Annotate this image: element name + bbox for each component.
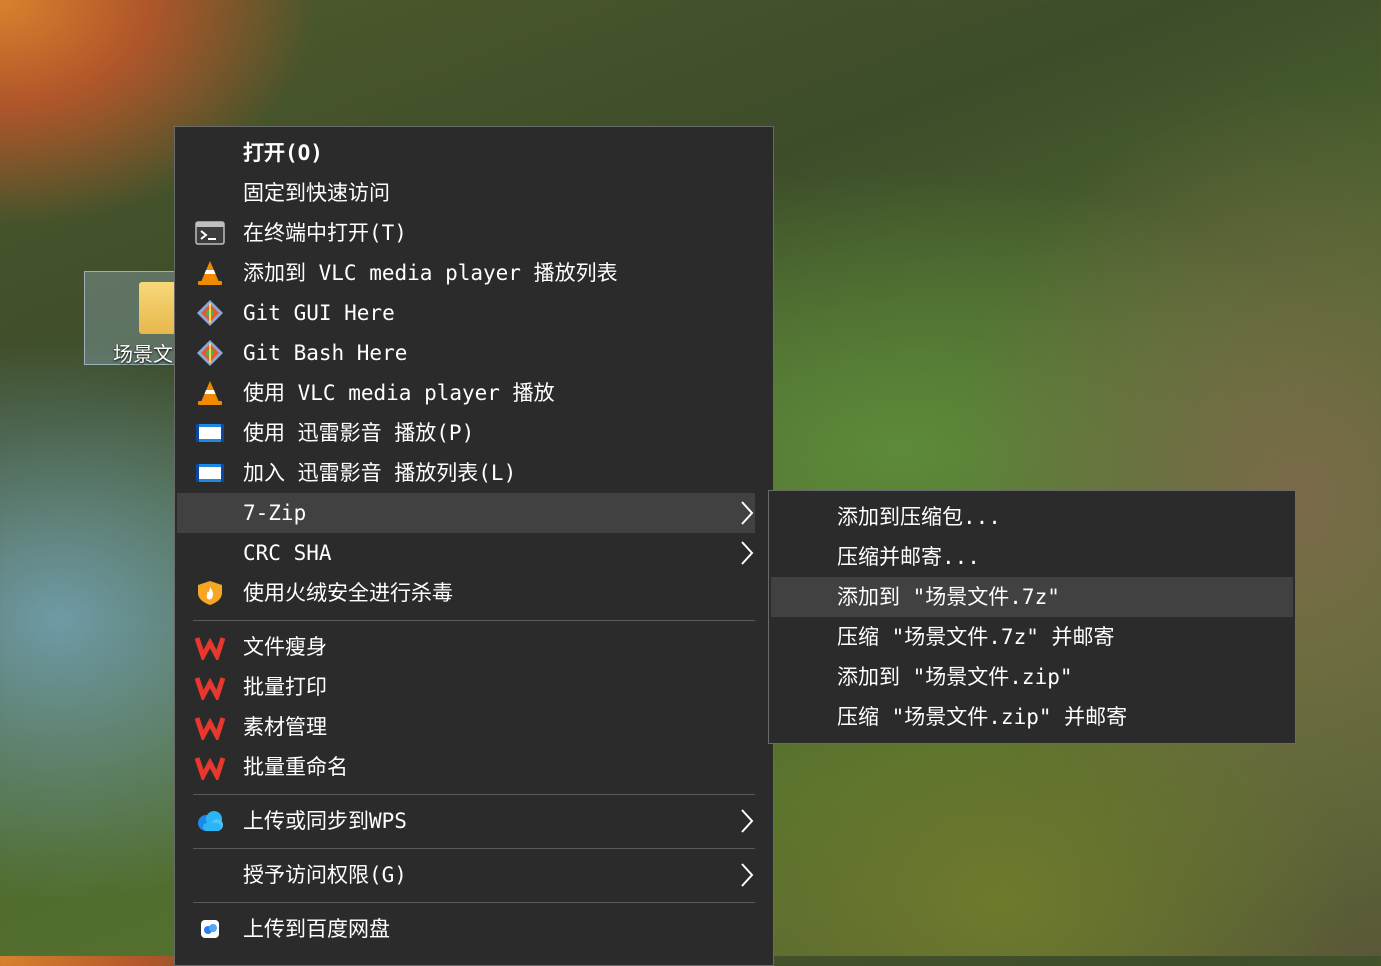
menu-item-label: Git Bash Here bbox=[243, 341, 408, 365]
menu-item-crc-sha[interactable]: CRC SHA bbox=[177, 533, 755, 573]
menu-item-label: 文件瘦身 bbox=[243, 635, 327, 659]
desktop-folder-label: 场景文 bbox=[113, 342, 173, 366]
menu-item-vlc-add-playlist[interactable]: 添加到 VLC media player 播放列表 bbox=[177, 253, 755, 293]
menu-item-asset-management[interactable]: 素材管理 bbox=[177, 707, 755, 747]
7zip-submenu: 添加到压缩包... 压缩并邮寄... 添加到 "场景文件.7z" 压缩 "场景文… bbox=[768, 490, 1296, 744]
menu-separator bbox=[193, 794, 755, 795]
submenu-item-label: 添加到 "场景文件.7z" bbox=[837, 585, 1060, 609]
vlc-cone-icon bbox=[198, 381, 222, 405]
desktop-folder-icon[interactable]: 场景文 bbox=[84, 271, 184, 366]
menu-item-huorong-scan[interactable]: 使用火绒安全进行杀毒 bbox=[177, 573, 755, 613]
menu-item-label: CRC SHA bbox=[243, 541, 332, 565]
wps-cloud-icon bbox=[198, 811, 223, 831]
menu-separator bbox=[193, 620, 755, 621]
menu-item-label: 授予访问权限(G) bbox=[243, 863, 407, 887]
menu-item-xunlei-play[interactable]: 使用 迅雷影音 播放(P) bbox=[177, 413, 755, 453]
menu-item-batch-print[interactable]: 批量打印 bbox=[177, 667, 755, 707]
menu-item-open-terminal[interactable]: 在终端中打开(T) bbox=[177, 213, 755, 253]
menu-item-batch-rename[interactable]: 批量重命名 bbox=[177, 747, 755, 787]
submenu-item-compress-zip-email[interactable]: 压缩 "场景文件.zip" 并邮寄 bbox=[771, 697, 1293, 737]
menu-item-git-gui[interactable]: Git GUI Here bbox=[177, 293, 755, 333]
submenu-item-add-to-archive[interactable]: 添加到压缩包... bbox=[771, 497, 1293, 537]
menu-item-7zip[interactable]: 7-Zip bbox=[177, 493, 755, 533]
menu-item-label: 使用 VLC media player 播放 bbox=[243, 381, 555, 405]
git-icon bbox=[197, 300, 223, 326]
menu-item-open[interactable]: 打开(O) bbox=[177, 133, 755, 173]
menu-item-label: 添加到 VLC media player 播放列表 bbox=[243, 261, 618, 285]
menu-item-git-bash[interactable]: Git Bash Here bbox=[177, 333, 755, 373]
menu-separator bbox=[193, 848, 755, 849]
menu-item-label: 使用火绒安全进行杀毒 bbox=[243, 581, 453, 605]
menu-item-label: 加入 迅雷影音 播放列表(L) bbox=[243, 461, 517, 485]
chevron-right-icon bbox=[741, 541, 754, 565]
submenu-item-label: 压缩 "场景文件.7z" 并邮寄 bbox=[837, 625, 1115, 649]
submenu-item-compress-7z-email[interactable]: 压缩 "场景文件.7z" 并邮寄 bbox=[771, 617, 1293, 657]
menu-item-label: 上传或同步到WPS bbox=[243, 809, 407, 833]
context-menu: 打开(O) 固定到快速访问 在终端中打开(T) 添加到 VLC media pl… bbox=[174, 126, 774, 966]
submenu-item-label: 添加到 "场景文件.zip" bbox=[837, 665, 1073, 689]
wps-icon bbox=[195, 637, 225, 660]
menu-item-label: 素材管理 bbox=[243, 715, 327, 739]
submenu-item-add-7z[interactable]: 添加到 "场景文件.7z" bbox=[771, 577, 1293, 617]
chevron-right-icon bbox=[741, 863, 754, 887]
vlc-cone-icon bbox=[198, 261, 222, 285]
menu-item-label: 在终端中打开(T) bbox=[243, 221, 407, 245]
submenu-item-label: 添加到压缩包... bbox=[837, 505, 1001, 529]
menu-item-vlc-play[interactable]: 使用 VLC media player 播放 bbox=[177, 373, 755, 413]
submenu-item-add-zip[interactable]: 添加到 "场景文件.zip" bbox=[771, 657, 1293, 697]
menu-item-label: 上传到百度网盘 bbox=[243, 917, 390, 941]
menu-item-label: 批量重命名 bbox=[243, 755, 348, 779]
huorong-shield-icon bbox=[198, 581, 222, 605]
submenu-item-compress-email[interactable]: 压缩并邮寄... bbox=[771, 537, 1293, 577]
submenu-item-label: 压缩并邮寄... bbox=[837, 545, 980, 569]
menu-item-label: Git GUI Here bbox=[243, 301, 395, 325]
menu-item-upload-wps[interactable]: 上传或同步到WPS bbox=[177, 801, 755, 841]
menu-item-upload-baidu[interactable]: 上传到百度网盘 bbox=[177, 909, 755, 949]
xunlei-player-icon bbox=[196, 424, 224, 442]
wps-icon bbox=[195, 677, 225, 700]
chevron-right-icon bbox=[741, 809, 754, 833]
wps-icon bbox=[195, 717, 225, 740]
menu-item-label: 批量打印 bbox=[243, 675, 327, 699]
xunlei-player-icon bbox=[196, 464, 224, 482]
menu-separator bbox=[193, 902, 755, 903]
menu-item-file-slim[interactable]: 文件瘦身 bbox=[177, 627, 755, 667]
terminal-icon bbox=[195, 221, 225, 245]
menu-item-pin-quick-access[interactable]: 固定到快速访问 bbox=[177, 173, 755, 213]
menu-item-label: 使用 迅雷影音 播放(P) bbox=[243, 421, 475, 445]
baidu-netdisk-icon bbox=[201, 920, 219, 938]
menu-item-xunlei-add-playlist[interactable]: 加入 迅雷影音 播放列表(L) bbox=[177, 453, 755, 493]
submenu-item-label: 压缩 "场景文件.zip" 并邮寄 bbox=[837, 705, 1128, 729]
git-icon bbox=[197, 340, 223, 366]
chevron-right-icon bbox=[741, 501, 754, 525]
menu-item-label: 固定到快速访问 bbox=[243, 181, 390, 205]
menu-item-label: 打开(O) bbox=[243, 141, 323, 165]
wps-icon bbox=[195, 757, 225, 780]
menu-item-label: 7-Zip bbox=[243, 501, 307, 525]
menu-item-grant-access[interactable]: 授予访问权限(G) bbox=[177, 855, 755, 895]
